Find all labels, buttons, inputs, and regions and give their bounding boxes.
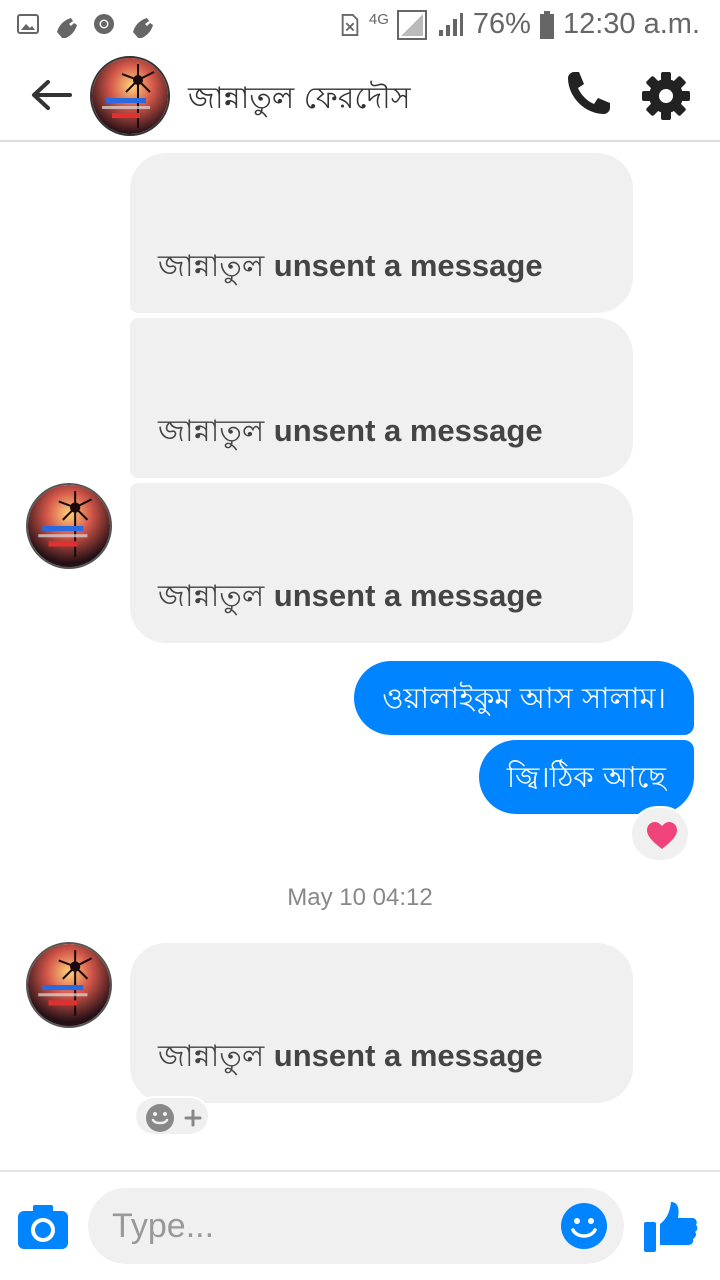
gallery-icon — [17, 14, 39, 34]
message-input[interactable] — [112, 1188, 552, 1264]
unsent-notice: জান্নাতুল unsent a message — [158, 248, 543, 284]
avatar-image — [28, 485, 110, 567]
sender-avatar[interactable] — [26, 942, 112, 1028]
camera-icon[interactable] — [16, 1202, 70, 1252]
unsent-message-bubble[interactable]: জান্নাতুল unsent a message — [130, 943, 633, 1103]
sender-avatar[interactable] — [26, 483, 112, 569]
conversation-header: জান্নাতুল ফেরদৌস — [0, 52, 720, 142]
no-sim-icon — [341, 13, 359, 36]
battery-icon — [539, 10, 554, 39]
unsent-message-bubble[interactable]: জান্নাতুল unsent a message — [130, 153, 633, 313]
network-type: 4G — [368, 11, 389, 28]
sent-message-bubble[interactable]: ওয়ালাইকুম আস সালাম। — [354, 661, 694, 735]
clock: 12:30 a.m. — [562, 8, 700, 40]
add-emoji-icon — [146, 1104, 202, 1132]
sent-message-text: জ্বি।ঠিক আছে — [506, 760, 666, 794]
missed-call-icon — [133, 18, 153, 38]
unsent-notice: জান্নাতুল unsent a message — [158, 578, 543, 614]
unsent-message-bubble[interactable]: জান্নাতুল unsent a message — [130, 483, 633, 643]
avatar-image — [28, 944, 110, 1026]
unsent-notice: জান্নাতুল unsent a message — [158, 413, 543, 449]
add-reaction-button[interactable] — [134, 1096, 210, 1136]
message-composer — [0, 1170, 720, 1280]
gear-icon[interactable] — [638, 68, 694, 124]
message-input-container[interactable] — [88, 1188, 624, 1264]
unsent-message-bubble[interactable]: জান্নাতুল unsent a message — [130, 318, 633, 478]
heart-icon — [647, 822, 677, 849]
back-arrow-icon[interactable] — [28, 72, 74, 118]
signal-icon — [396, 9, 427, 40]
avatar-image — [92, 58, 168, 134]
message-list[interactable]: জান্নাতুল unsent a message জান্নাতুল uns… — [0, 144, 720, 1170]
contact-avatar[interactable] — [90, 56, 170, 136]
sent-message-text: ওয়ালাইকুম আস সালাম। — [382, 681, 666, 715]
thumbs-up-icon[interactable] — [642, 1198, 698, 1254]
phone-icon[interactable] — [560, 68, 616, 124]
signal-icon — [438, 12, 463, 36]
message-reaction[interactable] — [630, 806, 690, 862]
notification-icons — [16, 10, 154, 38]
system-indicators: 4G 76% 12:30 a.m. — [339, 8, 700, 41]
emoji-icon[interactable] — [560, 1202, 608, 1250]
chrome-icon — [94, 14, 114, 34]
missed-call-icon — [57, 18, 77, 38]
sent-message-bubble[interactable]: জ্বি।ঠিক আছে — [478, 740, 694, 814]
message-timestamp: May 10 04:12 — [287, 884, 433, 911]
contact-name[interactable]: জান্নাতুল ফেরদৌস — [188, 74, 411, 125]
status-bar: 4G 76% 12:30 a.m. — [0, 0, 720, 52]
battery-percent: 76% — [472, 8, 531, 40]
unsent-notice: জান্নাতুল unsent a message — [158, 1038, 543, 1074]
